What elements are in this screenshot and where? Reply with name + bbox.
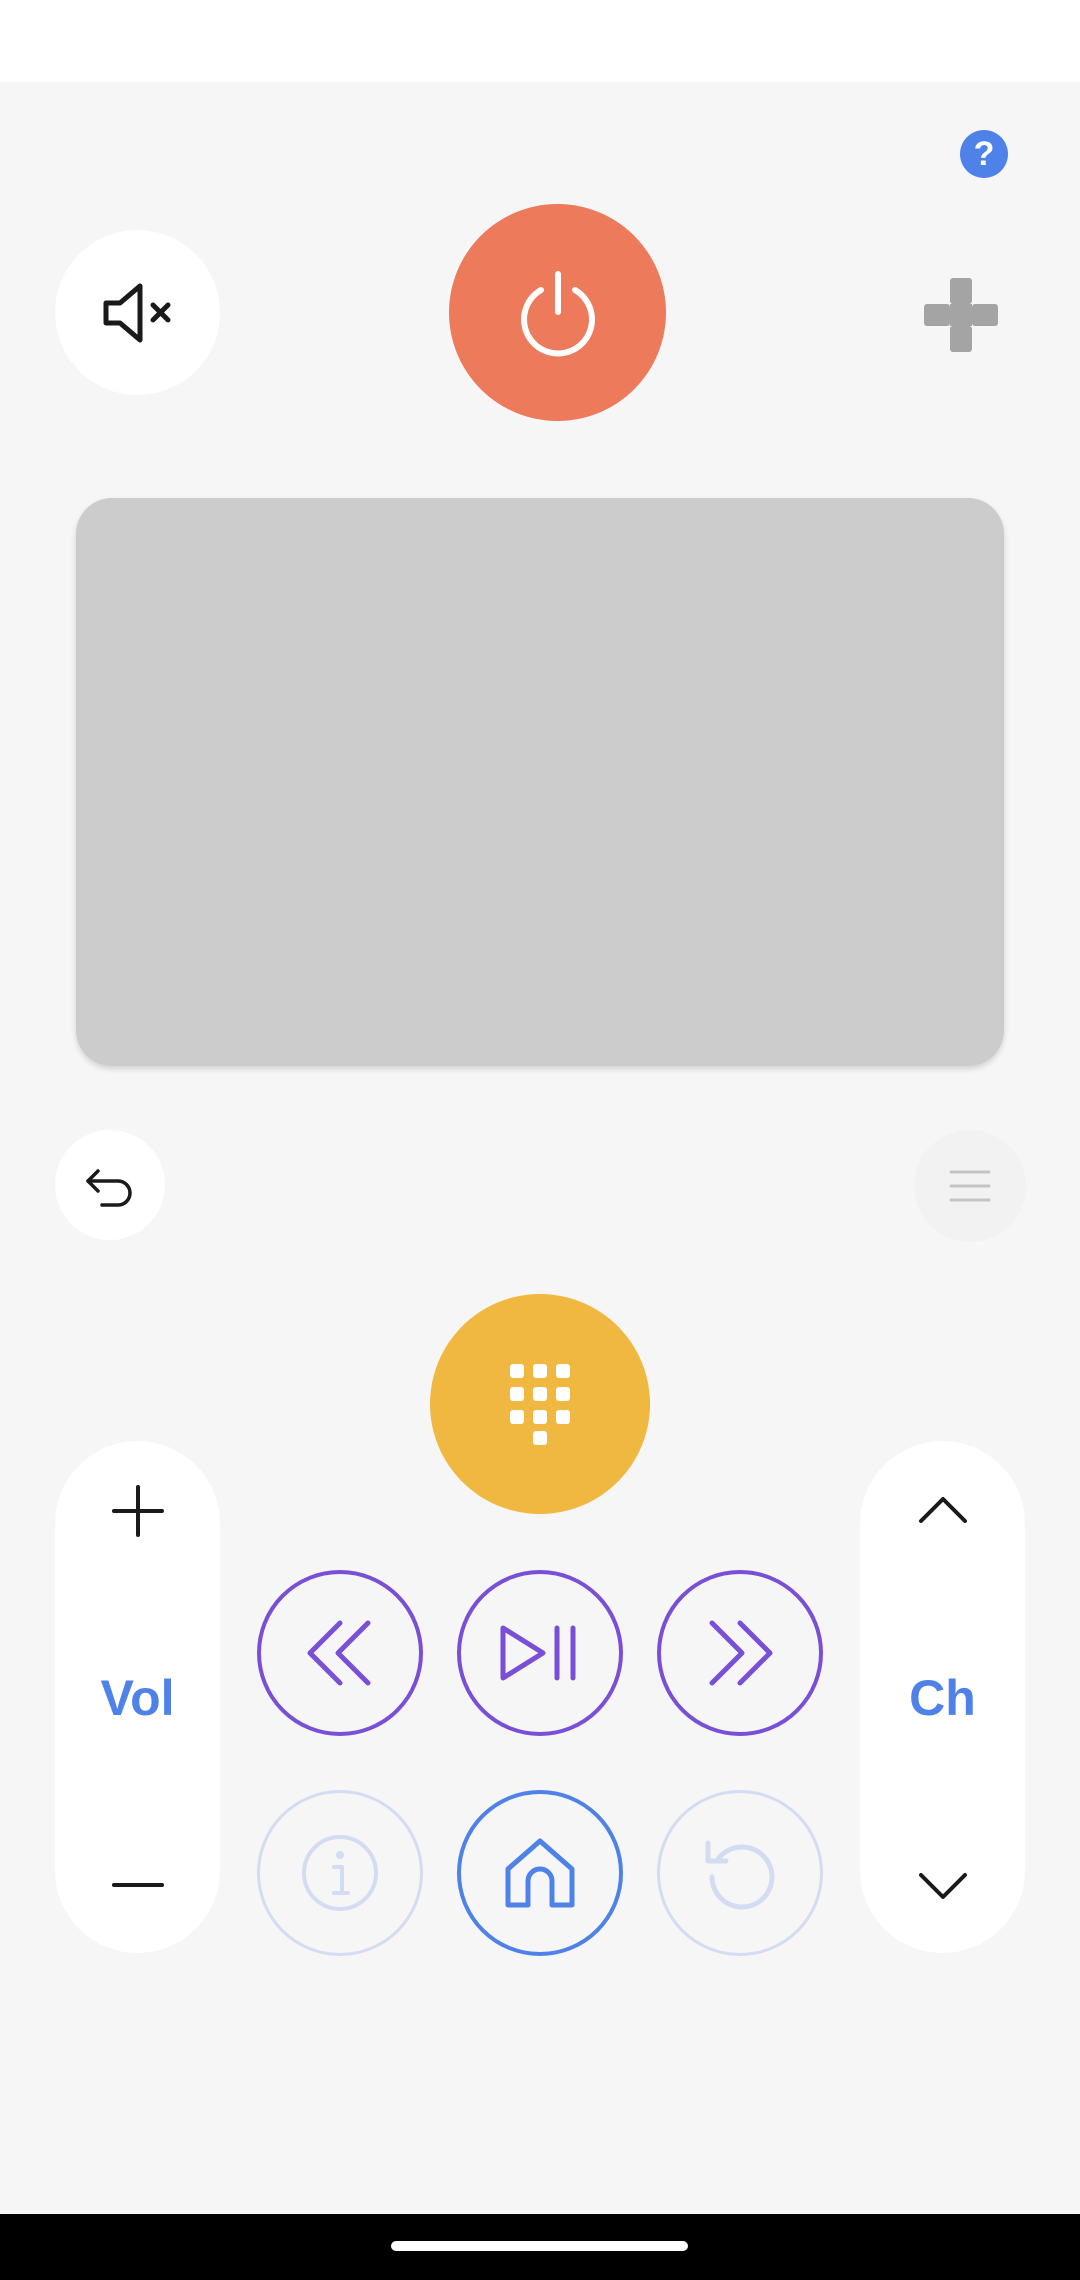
info-icon — [302, 1835, 378, 1911]
help-button[interactable]: ? — [960, 130, 1008, 178]
numpad-button[interactable] — [430, 1294, 650, 1514]
numpad-icon — [510, 1364, 570, 1445]
volume-rocker: Vol — [55, 1441, 220, 1953]
gamepad-button[interactable] — [916, 270, 1006, 360]
power-icon — [520, 270, 595, 356]
channel-up-button[interactable] — [860, 1451, 1025, 1571]
volume-label: Vol — [100, 1670, 175, 1726]
home-button[interactable] — [457, 1790, 623, 1956]
rewind-button[interactable] — [257, 1570, 423, 1736]
play-pause-button[interactable] — [457, 1570, 623, 1736]
info-button[interactable] — [257, 1790, 423, 1956]
home-gesture-handle[interactable] — [391, 2241, 688, 2251]
play-pause-icon — [500, 1625, 576, 1681]
replay-button[interactable] — [657, 1790, 823, 1956]
back-button[interactable] — [55, 1130, 165, 1240]
channel-label: Ch — [909, 1670, 976, 1726]
menu-button[interactable] — [914, 1130, 1026, 1242]
fast-forward-button[interactable] — [657, 1570, 823, 1736]
volume-down-button[interactable] — [55, 1825, 220, 1945]
minus-icon — [111, 1883, 164, 1887]
replay-icon — [705, 1840, 775, 1910]
power-button[interactable] — [449, 204, 666, 421]
volume-up-button[interactable] — [55, 1451, 220, 1571]
mute-button[interactable] — [55, 230, 220, 395]
back-icon — [86, 1169, 132, 1207]
touchpad[interactable] — [76, 498, 1004, 1066]
chevron-up-icon — [918, 1497, 967, 1523]
dpad-icon — [924, 278, 998, 352]
channel-rocker: Ch — [860, 1441, 1025, 1953]
status-bar — [0, 0, 1080, 82]
fast-forward-icon — [709, 1620, 773, 1686]
menu-icon — [949, 1170, 991, 1202]
home-icon — [505, 1838, 575, 1908]
plus-icon — [111, 1485, 164, 1537]
channel-down-button[interactable] — [860, 1825, 1025, 1945]
chevron-down-icon — [918, 1873, 967, 1899]
volume-mute-icon — [103, 283, 170, 342]
rewind-icon — [307, 1620, 371, 1686]
help-icon: ? — [973, 134, 995, 173]
